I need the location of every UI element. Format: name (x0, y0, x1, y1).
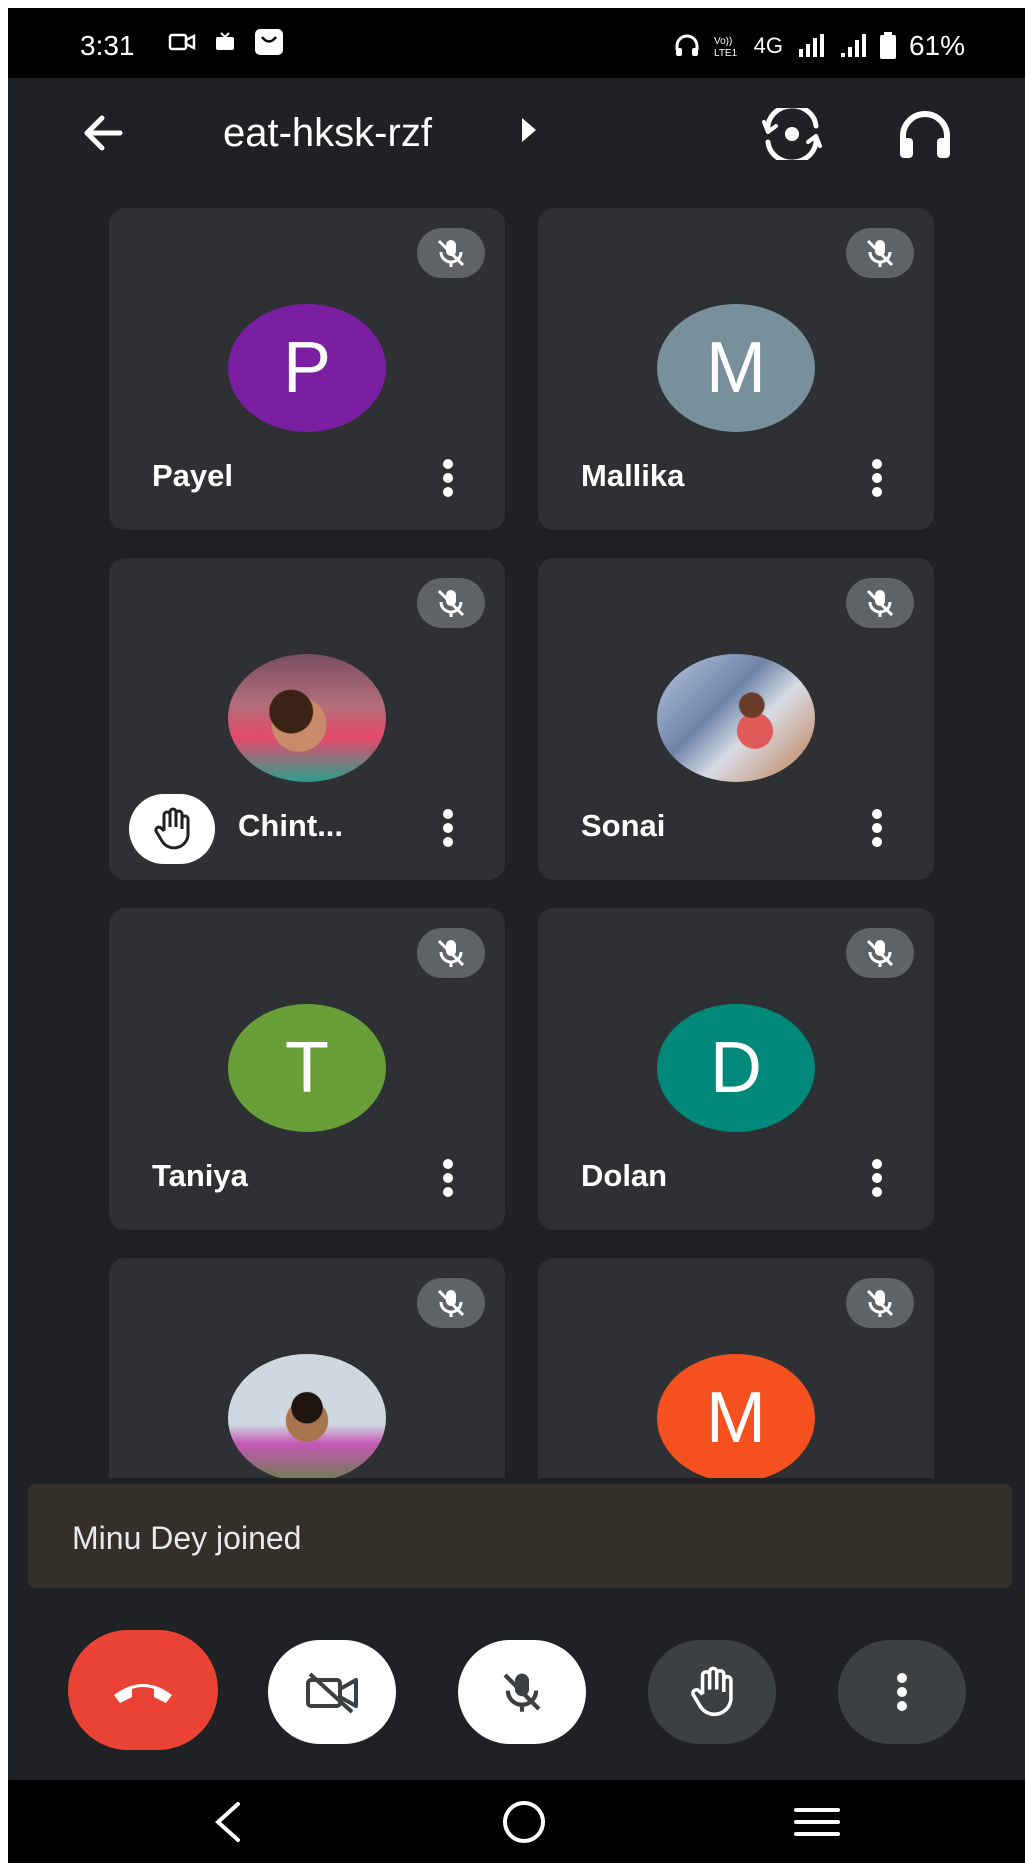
shopping-bag-icon (255, 29, 283, 55)
caret-right-icon[interactable] (518, 116, 540, 144)
camera-off-icon (306, 1672, 358, 1714)
participant-name: Payel (152, 458, 234, 493)
participant-name: Taniya (152, 1158, 248, 1193)
system-nav-bar (8, 1780, 1025, 1863)
participant-tile[interactable]: Sonai (538, 558, 934, 880)
mic-off-icon (866, 239, 894, 267)
mic-off-badge (846, 928, 914, 978)
participant-tile[interactable]: T Taniya (109, 908, 505, 1230)
avatar: T (228, 1004, 386, 1132)
mic-off-badge (417, 1278, 485, 1328)
participant-name: Mallika (581, 458, 685, 493)
avatar: M (657, 1354, 815, 1482)
battery-icon (879, 32, 896, 59)
signal-icon (798, 34, 824, 57)
participant-name: Chint... (238, 808, 344, 843)
svg-text:LTE1: LTE1 (714, 48, 738, 59)
camera-toggle-button[interactable] (268, 1640, 396, 1744)
mic-off-icon (866, 939, 894, 967)
avatar-initial: T (285, 1028, 329, 1108)
participant-tile[interactable]: Chint... (109, 558, 505, 880)
avatar: D (657, 1004, 815, 1132)
toast-message: Minu Dey joined (72, 1520, 302, 1556)
status-bar: 3:31 Vo)) LTE1 4G 61% (8, 8, 1025, 78)
mic-off-badge (417, 578, 485, 628)
volte-icon: Vo))LTE1 (714, 36, 738, 59)
video-call-icon (168, 33, 196, 51)
avatar-photo (228, 654, 386, 782)
more-vert-icon[interactable] (870, 458, 884, 498)
avatar: M (657, 304, 815, 432)
avatar-initial: P (282, 328, 332, 408)
end-call-icon (114, 1684, 172, 1703)
mic-off-icon (866, 1289, 894, 1317)
avatar: P (228, 304, 386, 432)
headphones-icon (675, 34, 699, 56)
avatar-initial: M (706, 1378, 766, 1458)
more-vert-icon[interactable] (870, 1158, 884, 1198)
mic-off-badge (417, 928, 485, 978)
system-icons: Vo)) LTE1 4G 61% (674, 30, 965, 62)
avatar-initial: M (706, 328, 766, 408)
mic-off-icon (437, 239, 465, 267)
raised-hand-badge (129, 794, 215, 864)
join-toast: Minu Dey joined (28, 1484, 1012, 1588)
tv-icon (216, 32, 234, 50)
raise-hand-icon (691, 1666, 733, 1717)
participant-tile[interactable]: P Payel (109, 208, 505, 530)
mic-off-icon (437, 939, 465, 967)
participant-name: Dolan (581, 1158, 668, 1193)
mic-off-badge (417, 228, 485, 278)
status-time: 3:31 (80, 30, 135, 61)
mic-toggle-button[interactable] (458, 1640, 586, 1744)
meet-call-screen: 3:31 Vo)) LTE1 4G 61% eat-hksk-rzf P Pay… (8, 8, 1025, 1863)
recent-apps-icon[interactable] (792, 1802, 842, 1842)
meeting-header: eat-hksk-rzf (8, 78, 1025, 178)
call-controls (8, 1588, 1025, 1788)
avatar-initial: D (710, 1028, 762, 1108)
mic-off-icon (503, 1673, 541, 1712)
more-options-button[interactable] (838, 1640, 966, 1744)
more-vert-icon[interactable] (441, 1158, 455, 1198)
participant-name: Sonai (581, 808, 666, 843)
notification-icons (168, 28, 284, 56)
mic-off-icon (437, 589, 465, 617)
nav-back-icon[interactable] (208, 1798, 248, 1846)
headset-icon[interactable] (896, 108, 954, 162)
svg-text:Vo)): Vo)) (714, 36, 732, 47)
more-options-icon (897, 1673, 907, 1711)
switch-camera-icon[interactable] (760, 108, 824, 160)
raised-hand-icon (154, 807, 190, 850)
mic-off-badge (846, 1278, 914, 1328)
avatar-photo (228, 1354, 386, 1482)
raise-hand-button[interactable] (648, 1640, 776, 1744)
end-call-button[interactable] (68, 1630, 218, 1750)
participant-tile[interactable]: D Dolan (538, 908, 934, 1230)
mic-off-badge (846, 228, 914, 278)
meeting-code[interactable]: eat-hksk-rzf (223, 109, 432, 157)
more-vert-icon[interactable] (870, 808, 884, 848)
back-arrow-icon[interactable] (78, 108, 128, 158)
more-vert-icon[interactable] (441, 458, 455, 498)
battery-percent: 61% (908, 30, 965, 61)
network-type: 4G (753, 33, 783, 58)
mic-off-badge (846, 578, 914, 628)
signal-icon (840, 34, 866, 57)
home-icon[interactable] (500, 1798, 548, 1846)
mic-off-icon (437, 1289, 465, 1317)
avatar-photo (657, 654, 815, 782)
participant-tile[interactable]: M Mallika (538, 208, 934, 530)
mic-off-icon (866, 589, 894, 617)
more-vert-icon[interactable] (441, 808, 455, 848)
